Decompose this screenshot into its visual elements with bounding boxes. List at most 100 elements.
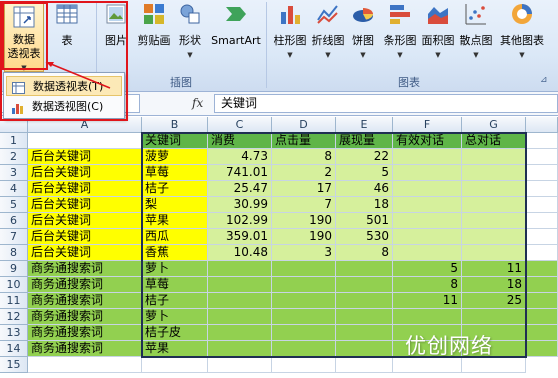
table-cell[interactable]	[336, 293, 393, 309]
table-cell[interactable]	[208, 261, 272, 277]
column-header-g[interactable]: G	[462, 117, 526, 133]
table-cell[interactable]	[336, 325, 393, 341]
table-cell[interactable]: 商务通搜索词	[28, 277, 142, 293]
table-cell[interactable]	[393, 149, 462, 165]
table-cell[interactable]	[208, 309, 272, 325]
table-cell[interactable]: 11	[393, 293, 462, 309]
table-cell[interactable]	[208, 293, 272, 309]
table-cell[interactable]: 后台关键词	[28, 149, 142, 165]
table-cell[interactable]: 359.01	[208, 229, 272, 245]
table-cell[interactable]	[526, 181, 558, 197]
table-cell[interactable]	[208, 341, 272, 357]
column-header-d[interactable]: D	[272, 117, 336, 133]
area-chart-button[interactable]: 面积图 ▼	[420, 2, 456, 62]
table-cell[interactable]	[393, 165, 462, 181]
formula-input[interactable]: 关键词	[214, 94, 558, 113]
table-cell[interactable]	[526, 325, 558, 341]
table-cell[interactable]: 190	[272, 229, 336, 245]
table-cell[interactable]: 501	[336, 213, 393, 229]
table-cell[interactable]	[462, 149, 526, 165]
header-cell[interactable]	[28, 133, 142, 149]
row-header[interactable]: 13	[0, 325, 28, 341]
table-cell[interactable]	[272, 357, 336, 373]
table-cell[interactable]: 5	[336, 165, 393, 181]
scatter-chart-button[interactable]: 散点图 ▼	[458, 2, 494, 62]
table-cell[interactable]: 草莓	[142, 165, 208, 181]
header-cell[interactable]: 展现量	[336, 133, 393, 149]
header-cell[interactable]: 有效对话	[393, 133, 462, 149]
table-cell[interactable]	[526, 309, 558, 325]
table-cell[interactable]: 7	[272, 197, 336, 213]
table-cell[interactable]: 11	[462, 261, 526, 277]
column-header-e[interactable]: E	[336, 117, 393, 133]
row-header[interactable]: 8	[0, 245, 28, 261]
table-cell[interactable]	[526, 197, 558, 213]
table-cell[interactable]: 530	[336, 229, 393, 245]
row-header[interactable]: 3	[0, 165, 28, 181]
table-cell[interactable]	[272, 293, 336, 309]
smartart-button[interactable]: SmartArt	[210, 2, 262, 47]
table-cell[interactable]: 桔子皮	[142, 325, 208, 341]
shapes-button[interactable]: 形状 ▼	[174, 2, 206, 62]
header-cell[interactable]: 消费	[208, 133, 272, 149]
table-cell[interactable]	[336, 261, 393, 277]
row-header[interactable]: 15	[0, 357, 28, 373]
table-cell[interactable]: 萝卜	[142, 309, 208, 325]
table-cell[interactable]: 商务通搜索词	[28, 341, 142, 357]
line-chart-button[interactable]: 折线图 ▼	[310, 2, 346, 62]
table-cell[interactable]: 102.99	[208, 213, 272, 229]
column-header-f[interactable]: F	[393, 117, 462, 133]
table-cell[interactable]: 草莓	[142, 277, 208, 293]
table-cell[interactable]: 苹果	[142, 213, 208, 229]
row-header[interactable]: 2	[0, 149, 28, 165]
table-cell[interactable]: 商务通搜索词	[28, 293, 142, 309]
table-cell[interactable]	[393, 197, 462, 213]
table-cell[interactable]: 46	[336, 181, 393, 197]
row-header[interactable]: 11	[0, 293, 28, 309]
table-cell[interactable]	[393, 245, 462, 261]
table-cell[interactable]	[526, 277, 558, 293]
row-header[interactable]: 4	[0, 181, 28, 197]
table-cell[interactable]: 香蕉	[142, 245, 208, 261]
pie-chart-button[interactable]: 饼图 ▼	[348, 2, 378, 62]
row-header[interactable]: 6	[0, 213, 28, 229]
clip-art-button[interactable]: 剪贴画	[136, 2, 172, 47]
table-cell[interactable]: 25.47	[208, 181, 272, 197]
table-cell[interactable]	[28, 357, 142, 373]
table-cell[interactable]	[462, 309, 526, 325]
dialog-launcher-icon[interactable]: ⊿	[540, 75, 548, 85]
header-cell[interactable]: 总对话	[462, 133, 526, 149]
other-charts-button[interactable]: 其他图表 ▼	[498, 2, 546, 62]
table-cell[interactable]	[142, 357, 208, 373]
table-cell[interactable]	[462, 229, 526, 245]
row-header[interactable]: 5	[0, 197, 28, 213]
header-cell[interactable]: 点击量	[272, 133, 336, 149]
row-header[interactable]: 12	[0, 309, 28, 325]
table-cell[interactable]	[208, 277, 272, 293]
table-cell[interactable]: 后台关键词	[28, 213, 142, 229]
table-cell[interactable]: 17	[272, 181, 336, 197]
table-cell[interactable]	[272, 341, 336, 357]
table-cell[interactable]	[462, 181, 526, 197]
row-header[interactable]: 7	[0, 229, 28, 245]
table-cell[interactable]	[336, 277, 393, 293]
row-header[interactable]: 14	[0, 341, 28, 357]
bar-chart-button[interactable]: 条形图 ▼	[382, 2, 418, 62]
table-cell[interactable]	[272, 309, 336, 325]
table-cell[interactable]: 后台关键词	[28, 197, 142, 213]
table-cell[interactable]: 18	[462, 277, 526, 293]
function-icon[interactable]: fx	[192, 96, 203, 110]
table-cell[interactable]	[272, 277, 336, 293]
table-cell[interactable]: 5	[393, 261, 462, 277]
table-cell[interactable]	[526, 133, 558, 149]
table-cell[interactable]	[462, 213, 526, 229]
table-cell[interactable]: 30.99	[208, 197, 272, 213]
table-cell[interactable]	[526, 229, 558, 245]
table-cell[interactable]	[526, 213, 558, 229]
table-cell[interactable]: 后台关键词	[28, 229, 142, 245]
row-header[interactable]: 10	[0, 277, 28, 293]
table-cell[interactable]: 741.01	[208, 165, 272, 181]
table-cell[interactable]: 后台关键词	[28, 165, 142, 181]
table-cell[interactable]	[462, 245, 526, 261]
table-cell[interactable]	[393, 213, 462, 229]
